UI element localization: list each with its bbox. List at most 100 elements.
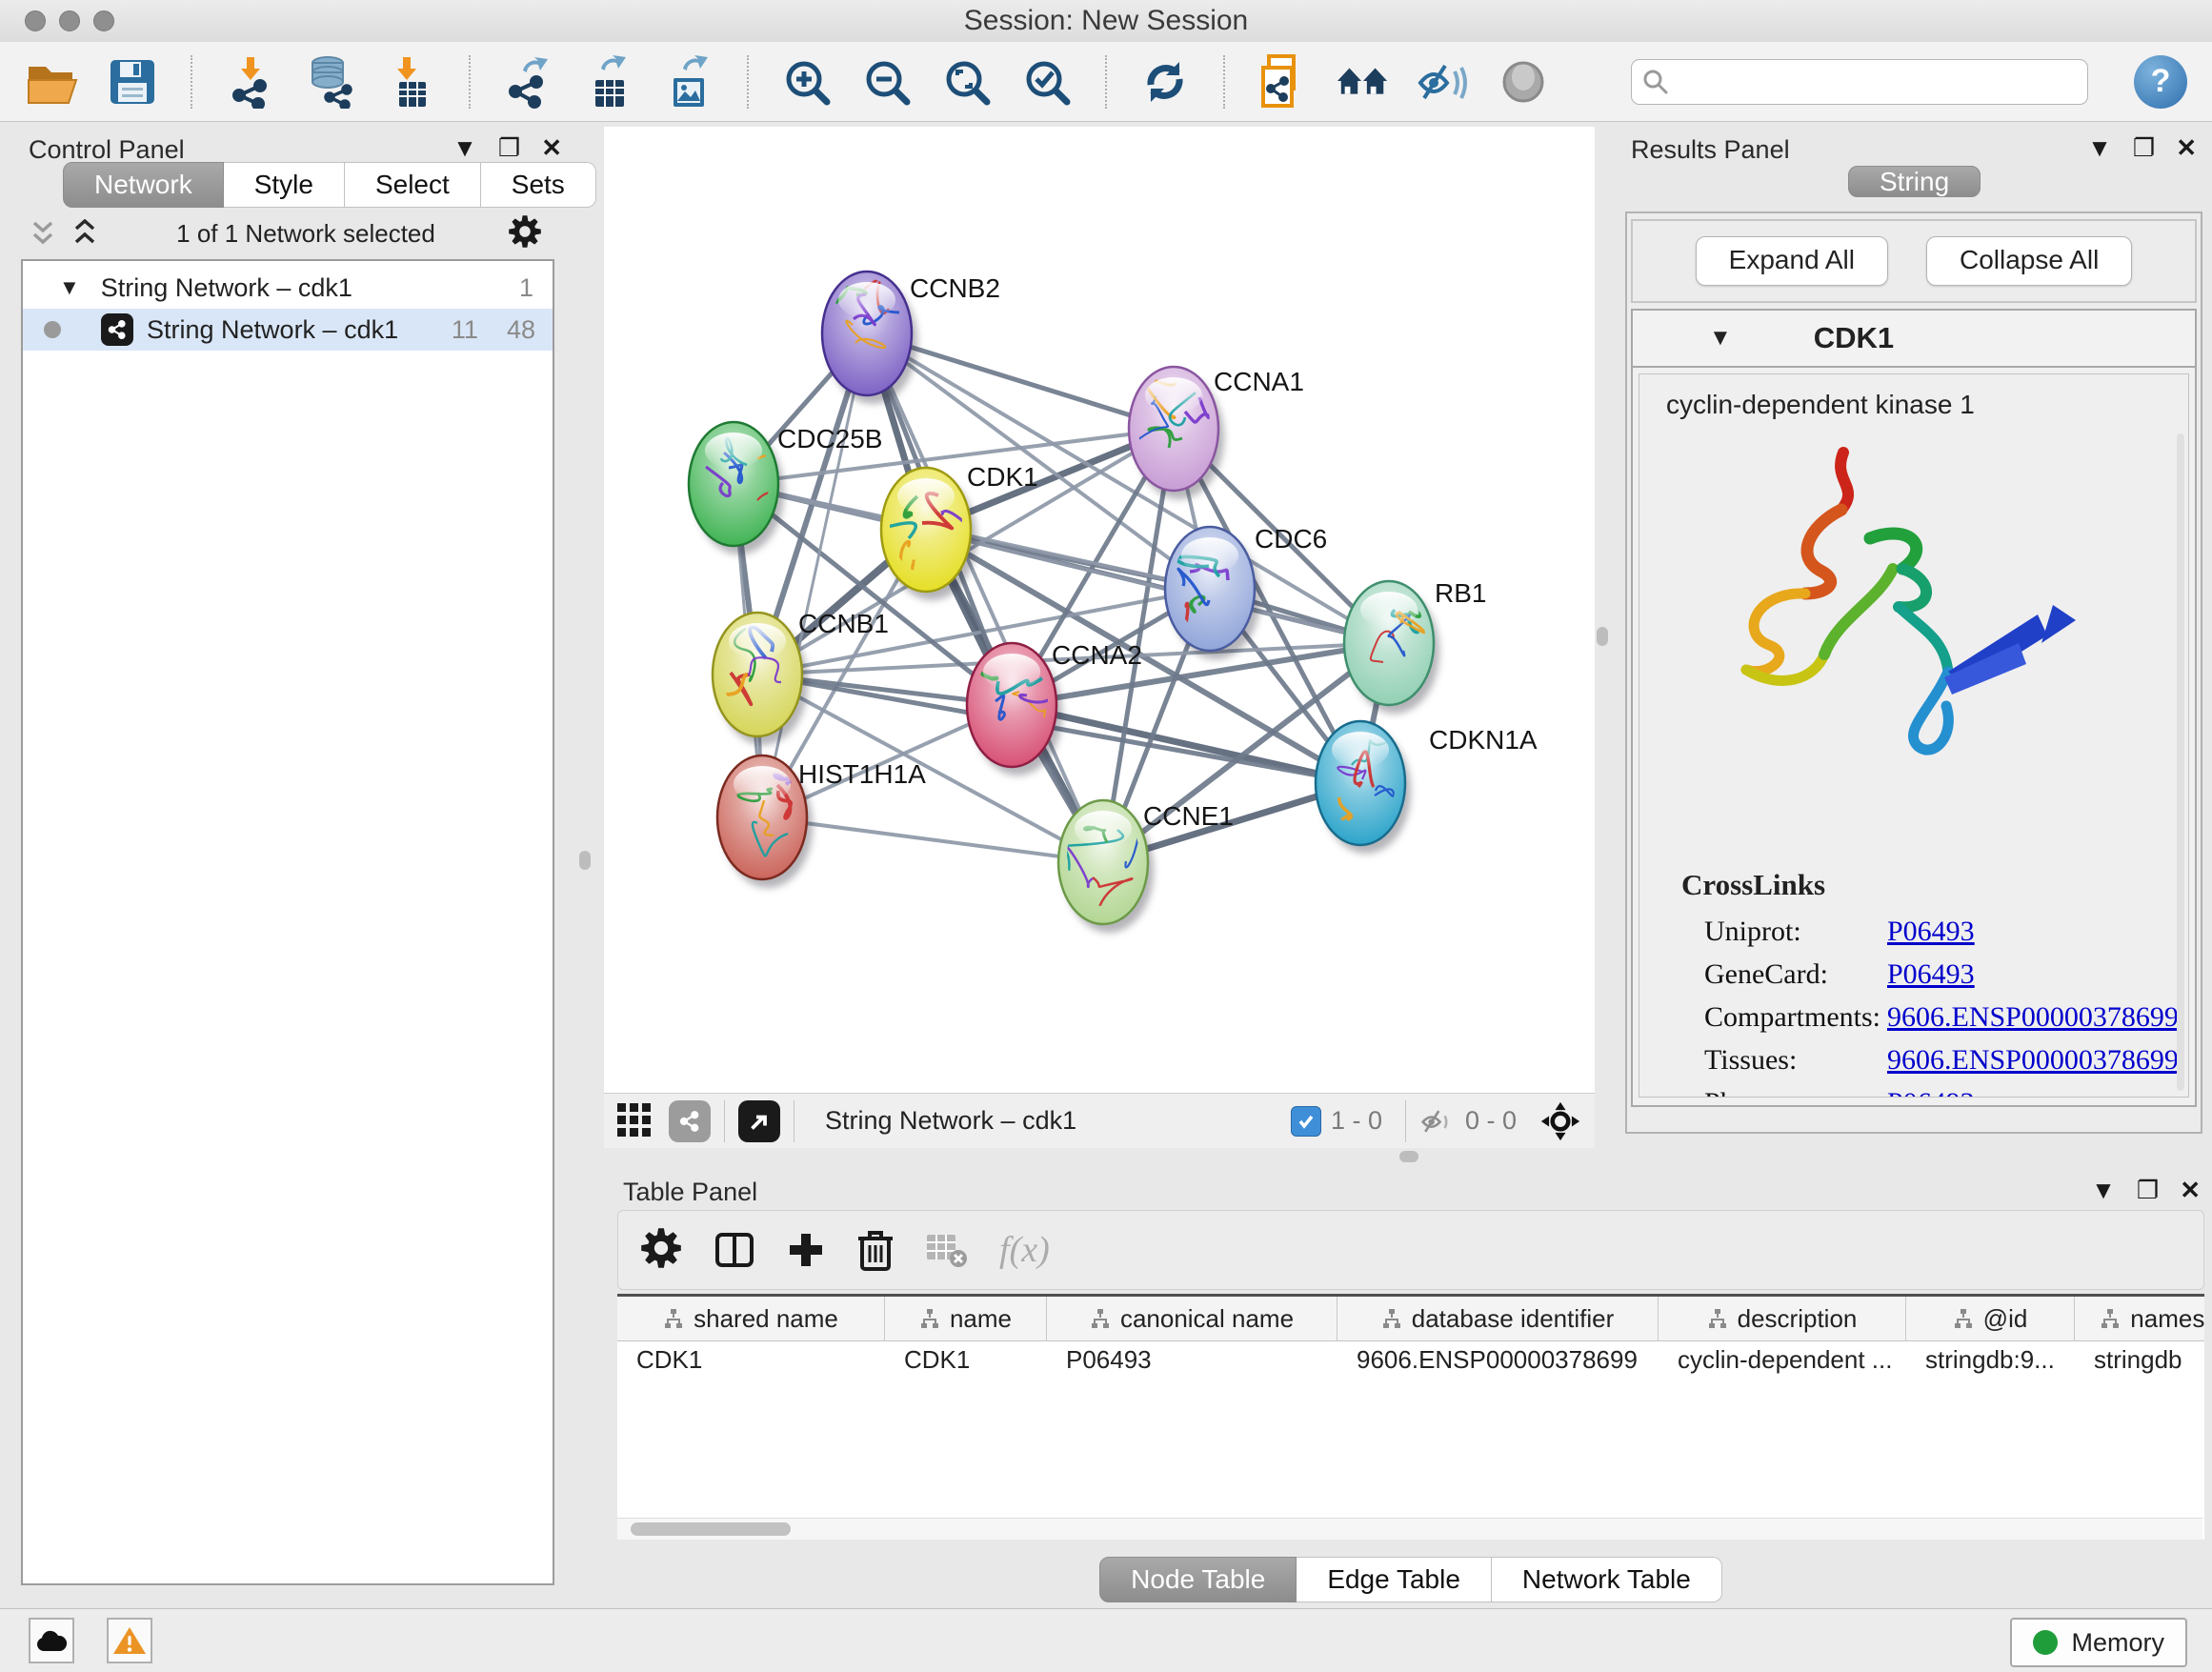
network-collection-row[interactable]: ▼ String Network – cdk1 1 [23,267,553,309]
tab-select[interactable]: Select [345,162,481,208]
table-cell[interactable]: 9606.ENSP00000378699 [1337,1345,1659,1375]
export-network-button[interactable] [501,53,556,111]
maximize-panel-icon[interactable]: ❐ [2133,133,2155,163]
tab-network-table[interactable]: Network Table [1492,1557,1722,1602]
node-CCNE1[interactable]: CCNE1 [1058,800,1234,933]
collapse-all-icon[interactable] [30,219,63,248]
selected-checkbox-icon[interactable] [1291,1106,1321,1137]
add-column-icon[interactable] [786,1230,826,1270]
crosslink-link[interactable]: P06493 [1887,916,1975,948]
close-panel-icon[interactable]: ✕ [2176,133,2197,163]
minimize-window-button[interactable] [59,10,80,31]
column-header-database-identifier[interactable]: database identifier [1337,1297,1659,1340]
float-panel-icon[interactable]: ▼ [452,133,477,163]
float-panel-icon[interactable]: ▼ [2091,1176,2116,1205]
tab-style[interactable]: Style [224,162,345,208]
table-options-gear-icon[interactable] [639,1226,683,1275]
expand-all-button[interactable]: Expand All [1696,236,1888,286]
left-splitter-handle[interactable] [579,851,591,870]
tab-node-table[interactable]: Node Table [1099,1557,1297,1602]
hidden-eye-slash-icon[interactable] [1419,1106,1456,1137]
crosslink-link[interactable]: P06493 [1887,1087,1975,1098]
results-panel-tab-string[interactable]: String [1848,160,1981,204]
function-builder-icon[interactable]: f(x) [999,1229,1050,1271]
tab-edge-table[interactable]: Edge Table [1297,1557,1492,1602]
memory-button[interactable]: Memory [2010,1618,2187,1667]
network-canvas[interactable]: CCNB2CCNA1CDC25BCDK1CDC6RB1CCNB1CCNA2CDK… [604,127,1595,1093]
node-RB1[interactable]: RB1 [1344,578,1486,714]
crosslink-link[interactable]: 9606.ENSP00000378699 [1887,1001,2179,1034]
import-table-from-file-button[interactable] [383,53,438,111]
node-CCNB1[interactable]: CCNB1 [712,609,889,745]
warnings-button[interactable] [107,1618,152,1663]
help-button[interactable]: ? [2134,55,2187,109]
results-scrollbar[interactable] [2177,433,2184,1091]
close-panel-icon[interactable]: ✕ [541,133,562,163]
bottom-splitter-handle[interactable] [1399,1151,1418,1162]
node-CDC25B[interactable]: CDC25B [689,422,882,554]
zoom-out-button[interactable] [859,53,915,111]
duplicate-network-button[interactable] [1256,53,1311,111]
tab-network[interactable]: Network [63,162,224,208]
zoom-window-button[interactable] [93,10,114,31]
maximize-panel-icon[interactable]: ❐ [498,133,520,163]
maximize-panel-icon[interactable]: ❐ [2137,1176,2159,1205]
tab-sets[interactable]: Sets [481,162,596,208]
delete-table-icon[interactable] [925,1231,969,1269]
node-CCNA1[interactable]: CCNA1 [1129,367,1304,499]
show-columns-icon[interactable] [714,1229,755,1271]
collection-expand-triangle-icon[interactable]: ▼ [59,275,80,300]
collapse-all-button[interactable]: Collapse All [1926,236,2132,286]
home-button[interactable] [1336,53,1391,111]
zoom-in-button[interactable] [779,53,835,111]
crosslink-link[interactable]: P06493 [1887,958,1975,991]
column-header-namespace[interactable]: namespace [2075,1297,2204,1340]
column-header-shared-name[interactable]: shared name [617,1297,885,1340]
open-session-button[interactable] [25,53,80,111]
scrollbar-thumb[interactable] [631,1522,791,1536]
column-header-canonical-name[interactable]: canonical name [1047,1297,1337,1340]
table-cell[interactable]: cyclin-dependent ... [1659,1345,1906,1375]
detach-view-icon[interactable] [738,1100,780,1142]
table-cell[interactable]: stringdb:9... [1906,1345,2075,1375]
import-network-from-database-button[interactable] [303,53,358,111]
table-cell[interactable]: P06493 [1047,1345,1337,1375]
zoom-selected-button[interactable] [1019,53,1075,111]
table-cell[interactable]: CDK1 [617,1345,885,1375]
table-cell[interactable]: CDK1 [885,1345,1047,1375]
hide-selected-button[interactable] [1416,53,1471,111]
edge-HIST1H1A-CCNE1[interactable] [762,817,1103,862]
collapse-triangle-icon[interactable]: ▼ [1709,325,1732,352]
cloud-status-button[interactable] [29,1618,74,1663]
node-CCNB2[interactable]: CCNB2 [822,272,1000,404]
close-window-button[interactable] [25,10,46,31]
string-view-icon[interactable] [669,1100,711,1142]
refresh-button[interactable] [1137,53,1193,111]
zoom-fit-button[interactable] [939,53,995,111]
network-options-gear-icon[interactable] [507,213,543,254]
right-splitter-handle[interactable] [1597,627,1608,646]
table-horizontal-scrollbar[interactable] [617,1518,2202,1540]
export-table-button[interactable] [581,53,636,111]
close-panel-icon[interactable]: ✕ [2180,1176,2201,1205]
delete-column-trash-icon[interactable] [856,1229,895,1271]
birds-eye-toggle-icon[interactable] [1539,1100,1581,1142]
network-row[interactable]: String Network – cdk1 11 48 [23,309,553,351]
export-image-button[interactable] [661,53,716,111]
grid-view-icon[interactable] [617,1103,654,1139]
node-HIST1H1A[interactable]: HIST1H1A [717,755,926,888]
float-panel-icon[interactable]: ▼ [2087,133,2112,163]
save-session-button[interactable] [105,53,160,111]
node-CDKN1A[interactable]: CDKN1A [1316,721,1538,854]
column-header-description[interactable]: description [1659,1297,1906,1340]
protein-section-header[interactable]: ▼ CDK1 [1633,311,2195,368]
show-all-button[interactable] [1496,53,1551,111]
search-input[interactable] [1670,66,2078,97]
column-header-name[interactable]: name [885,1297,1047,1340]
table-row[interactable]: CDK1CDK1P064939606.ENSP00000378699cyclin… [617,1341,2204,1378]
column-header-@id[interactable]: @id [1906,1297,2075,1340]
expand-all-icon[interactable] [72,219,105,248]
table-cell[interactable]: stringdb [2075,1345,2204,1375]
import-network-from-file-button[interactable] [223,53,278,111]
node-CCNA2[interactable]: CCNA2 [962,640,1142,776]
